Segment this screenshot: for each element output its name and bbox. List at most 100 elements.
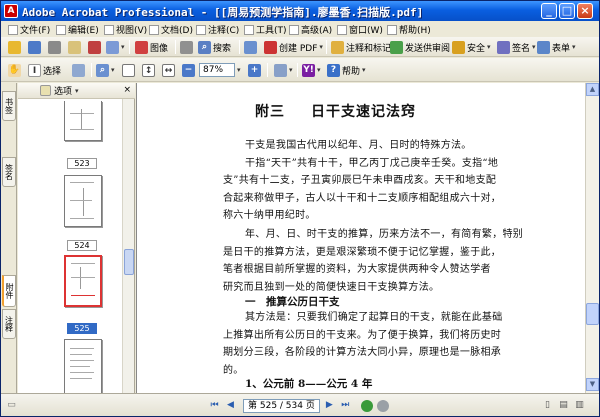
acrobat-window: A Adobe Acrobat Professional - [[周易预测学指南… (0, 0, 600, 417)
thumbnail-scroll-thumb[interactable] (124, 249, 134, 275)
continuous-layout-icon[interactable]: ▤ (557, 399, 570, 412)
options-icon (40, 85, 51, 96)
security-button[interactable]: 安全 ▾ (451, 39, 492, 55)
next-page-icon[interactable]: ▶ (323, 399, 336, 412)
page-thumbnail-selected[interactable] (64, 255, 102, 307)
page-thumbnail[interactable] (64, 101, 102, 141)
zoom-value-select[interactable]: 87% ▾ (198, 62, 242, 78)
toolbar-separator (175, 40, 176, 54)
fit-width-button[interactable]: ↔ (161, 62, 176, 78)
attach-button[interactable]: ▾ (105, 39, 126, 55)
picture-icon (135, 40, 148, 54)
picture-tasks-button[interactable]: 图像 (134, 39, 169, 55)
search-icon: ⌕ (198, 40, 211, 54)
zoom-in-button[interactable]: + (247, 62, 262, 78)
page-thumbnail[interactable] (64, 175, 102, 227)
page-size-icon: ▭ (7, 400, 16, 410)
paragraph-3: 其方法是：只要我们确定了起算日的干支，就能在此基础 上推算出所有公历日的干支来。… (223, 309, 523, 379)
sign-button[interactable]: 签名 ▾ (496, 39, 537, 55)
toolbar-separator (129, 40, 130, 54)
close-button[interactable]: × (577, 3, 593, 19)
print-icon (48, 40, 61, 54)
forms-button[interactable]: 表单 ▾ (536, 39, 577, 55)
print-button[interactable] (47, 39, 62, 55)
thumbnail-text-line (70, 348, 94, 349)
organize-pages-button[interactable] (243, 39, 258, 55)
page-thumbnail[interactable] (64, 339, 102, 393)
fit-page-button[interactable]: ↕ (141, 62, 156, 78)
actual-size-button[interactable] (121, 62, 136, 78)
previous-view-icon[interactable] (360, 399, 373, 412)
single-page-layout-icon[interactable]: ▯ (541, 399, 554, 412)
thumbnail-scrollbar[interactable] (122, 99, 134, 393)
thumbnail-chart-line (81, 109, 82, 129)
tab-attachments[interactable]: 附件 (2, 275, 16, 307)
organizer-button[interactable] (87, 39, 102, 55)
text-line: 称六十纳甲用纪时。 (223, 210, 316, 221)
send-for-review-button[interactable]: 发送供审阅▾ (389, 39, 457, 55)
menu-tools[interactable]: 工具(T) (241, 23, 290, 36)
thumbnail-view-indicator (71, 295, 95, 296)
menu-help[interactable]: 帮助(H) (384, 23, 434, 36)
paragraph-2: 年、月、日、时干支的推算，历来方法不一，有简有繁，特别 是日干的推算方法，更是艰… (223, 226, 523, 296)
print-preview-button[interactable] (179, 39, 194, 55)
document-view[interactable]: 附三 日干支速记法窍 干支是我国古代用以纪年、月、日时的特殊方法。 干指“天干”共… (136, 83, 585, 393)
search-button[interactable]: ⌕ 搜索 (197, 39, 232, 55)
first-page-icon[interactable]: ⏮ (208, 399, 221, 412)
menu-advanced[interactable]: 高级(A) (286, 23, 335, 36)
previous-page-icon[interactable]: ◀ (224, 399, 237, 412)
tab-comments[interactable]: 注释 (2, 309, 16, 339)
actual-size-icon (122, 63, 135, 77)
restore-button[interactable]: □ (559, 3, 575, 19)
menu-comments[interactable]: 注释(C) (193, 23, 242, 36)
menu-document[interactable]: 文档(D) (146, 23, 196, 36)
rotate-button[interactable]: ▾ (273, 62, 294, 78)
tools-menu-icon (244, 24, 254, 35)
minimize-button[interactable]: _ (541, 3, 557, 19)
text-line: 是日干的推算方法，更是艰深繁琐不便于记忆掌握，鉴于此， (223, 246, 502, 258)
email-button[interactable] (67, 39, 82, 55)
fit-page-icon: ↕ (142, 63, 155, 77)
document-scrollbar[interactable]: ▲ ▼ (585, 83, 599, 393)
dropdown-arrow-icon: ▾ (319, 43, 323, 51)
zoom-in-tool-button[interactable]: ⌕ ▾ (95, 62, 116, 78)
advanced-menu-icon (289, 24, 299, 35)
dropdown-arrow-icon: ▾ (572, 43, 576, 51)
zoom-value[interactable]: 87% (199, 63, 235, 77)
open-folder-icon (8, 40, 21, 54)
hand-tool-button[interactable]: ✋ (7, 62, 22, 78)
select-tool-button[interactable]: I 选择 (27, 62, 62, 78)
menu-file[interactable]: 文件(F) (5, 23, 53, 36)
tab-signatures[interactable]: 签名 (2, 157, 16, 187)
navigation-toolbar: ✋ I 选择 ⌕ ▾ ↕ ↔ − 87% ▾ + ▾ Y! ▾ ? 帮助 ▾ (1, 58, 599, 82)
zoom-out-button[interactable]: − (181, 62, 196, 78)
dropdown-arrow-icon: ▾ (111, 66, 115, 74)
next-view-icon[interactable] (376, 399, 389, 412)
create-pdf-button[interactable]: 创建 PDF ▾ (263, 39, 324, 55)
page-number-field[interactable]: 第 525 / 534 页 (243, 398, 320, 413)
document-scroll-thumb[interactable] (586, 303, 599, 325)
last-page-icon[interactable]: ⏭ (339, 399, 352, 412)
paragraph-1: 干支是我国古代用以纪年、月、日时的特殊方法。 干指“天干”共有十干，甲乙丙丁戊己… (223, 137, 523, 225)
open-button[interactable] (7, 39, 22, 55)
options-menu[interactable]: 选项 (54, 84, 72, 97)
text-line: 其方法是：只要我们确定了起算日的干支，就能在此基础 (245, 312, 503, 323)
save-button[interactable] (27, 39, 42, 55)
help-button[interactable]: ? 帮助 ▾ (326, 62, 367, 78)
menu-view[interactable]: 视图(V) (101, 23, 150, 36)
comment-markup-button[interactable]: 注释和标记▾ (330, 39, 398, 55)
close-panel-icon[interactable]: × (123, 85, 131, 95)
yahoo-button[interactable]: Y! ▾ (301, 62, 322, 78)
acrobat-app-icon[interactable]: A (4, 4, 18, 18)
scroll-up-arrow-icon[interactable]: ▲ (586, 83, 599, 96)
menu-window[interactable]: 窗口(W) (334, 23, 386, 36)
scroll-down-arrow-icon[interactable]: ▼ (586, 378, 599, 391)
snapshot-button[interactable] (71, 62, 86, 78)
thumbnail-text-line (70, 354, 92, 355)
tab-bookmarks[interactable]: 书签 (2, 91, 16, 121)
yahoo-icon: Y! (302, 63, 315, 77)
facing-layout-icon[interactable]: ▥ (573, 399, 586, 412)
menu-edit[interactable]: 编辑(E) (53, 23, 102, 36)
text-line: 年、月、日、时干支的推算，历来方法不一，有简有繁，特别 (245, 229, 524, 240)
page-size-indicator[interactable]: ▭ (5, 398, 21, 413)
